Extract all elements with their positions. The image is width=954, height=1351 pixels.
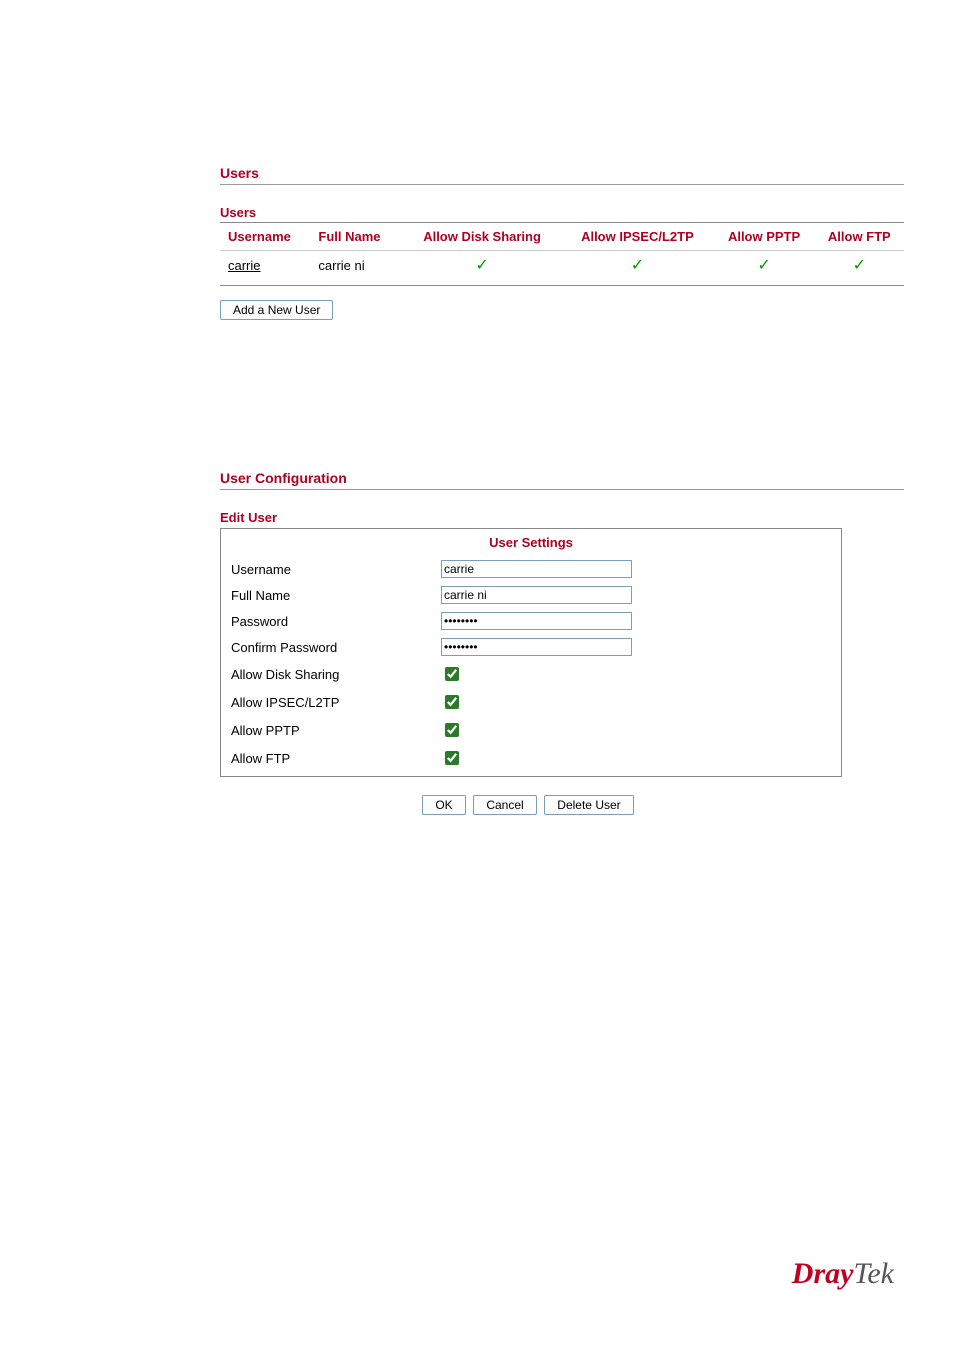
confirm-password-input[interactable]: [441, 638, 632, 656]
check-icon: ✓: [853, 257, 866, 274]
allow-ftp-checkbox[interactable]: [445, 751, 459, 765]
label-fullname: Full Name: [231, 588, 441, 603]
check-icon: ✓: [757, 257, 770, 274]
username-input[interactable]: [441, 560, 632, 578]
allow-ipsec-checkbox[interactable]: [445, 695, 459, 709]
label-confirm: Confirm Password: [231, 640, 441, 655]
col-ftp: Allow FTP: [815, 223, 904, 251]
allow-disk-checkbox[interactable]: [445, 667, 459, 681]
check-icon: ✓: [475, 257, 488, 274]
user-settings-header: User Settings: [221, 529, 841, 556]
fullname-input[interactable]: [441, 586, 632, 604]
check-icon: ✓: [631, 257, 644, 274]
user-settings-box: User Settings Username Full Name Passwor…: [220, 528, 842, 777]
label-pptp: Allow PPTP: [231, 723, 441, 738]
delete-user-button[interactable]: Delete User: [544, 795, 633, 815]
col-ipsec: Allow IPSEC/L2TP: [561, 223, 713, 251]
col-disk: Allow Disk Sharing: [403, 223, 562, 251]
users-table-title: Users: [220, 205, 904, 220]
logo-part2: Tek: [853, 1257, 894, 1290]
label-disk: Allow Disk Sharing: [231, 667, 441, 682]
brand-logo: DrayTek: [792, 1257, 894, 1291]
col-fullname: Full Name: [314, 223, 402, 251]
edit-user-title: Edit User: [220, 510, 904, 525]
users-table: Username Full Name Allow Disk Sharing Al…: [220, 222, 904, 286]
add-new-user-button[interactable]: Add a New User: [220, 300, 333, 320]
allow-pptp-checkbox[interactable]: [445, 723, 459, 737]
user-config-heading: User Configuration: [220, 470, 904, 490]
ok-button[interactable]: OK: [422, 795, 465, 815]
label-ftp: Allow FTP: [231, 751, 441, 766]
password-input[interactable]: [441, 612, 632, 630]
cell-fullname: carrie ni: [314, 251, 402, 286]
col-pptp: Allow PPTP: [713, 223, 814, 251]
label-username: Username: [231, 562, 441, 577]
logo-part1: Dray: [792, 1257, 854, 1290]
table-row: carrie carrie ni ✓ ✓ ✓ ✓: [220, 251, 904, 286]
cancel-button[interactable]: Cancel: [473, 795, 536, 815]
label-ipsec: Allow IPSEC/L2TP: [231, 695, 441, 710]
col-username: Username: [220, 223, 314, 251]
user-link-carrie[interactable]: carrie: [228, 258, 261, 273]
users-heading: Users: [220, 165, 904, 185]
label-password: Password: [231, 614, 441, 629]
